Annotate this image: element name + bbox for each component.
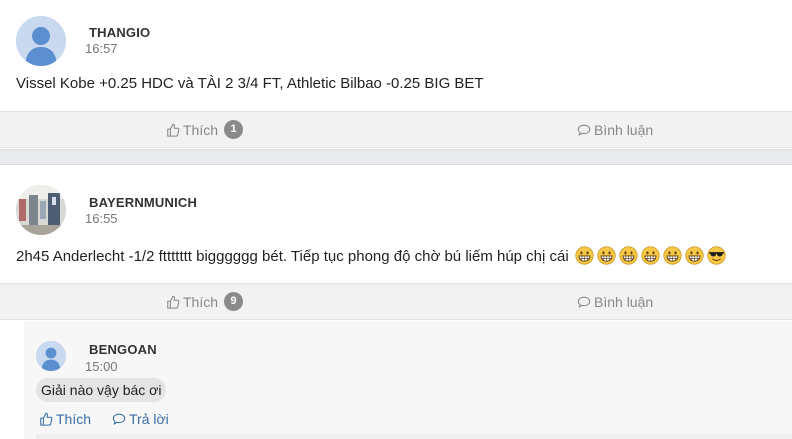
like-button[interactable]: Thích 9	[166, 284, 244, 319]
reply-user-avatar[interactable]	[36, 341, 66, 371]
post-card: THANGIO 16:57 Vissel Kobe +0.25 HDC và T…	[0, 0, 792, 150]
post-content: 2h45 Anderlecht -1/2 fttttttt bigggggg b…	[16, 246, 726, 265]
reply-input-area[interactable]	[36, 434, 792, 439]
grin-emoji	[619, 246, 638, 265]
reply-time: 15:00	[85, 359, 118, 374]
reply-username[interactable]: BENGOAN	[89, 342, 157, 357]
reply-reply-button[interactable]: Trả lời	[112, 411, 169, 427]
user-avatar[interactable]	[16, 16, 66, 66]
emoji-row	[575, 246, 726, 265]
comment-icon	[577, 296, 591, 308]
username[interactable]: THANGIO	[89, 25, 150, 40]
thumbs-up-icon	[167, 123, 180, 137]
grin-emoji	[597, 246, 616, 265]
post-time: 16:55	[85, 211, 118, 226]
like-count-badge: 1	[224, 120, 244, 139]
post-content-text: 2h45 Anderlecht -1/2 fttttttt bigggggg b…	[16, 248, 569, 265]
like-count-badge: 9	[224, 292, 244, 311]
comment-icon	[112, 413, 126, 425]
user-photo	[16, 185, 66, 235]
thumbs-up-icon	[167, 295, 180, 309]
reply-comment: BENGOAN 15:00 Giải nào vậy bác ơi Thích …	[24, 321, 792, 439]
grin-emoji	[685, 246, 704, 265]
like-label: Thích	[183, 293, 219, 310]
comment-button[interactable]: Bình luận	[577, 112, 653, 147]
thumbs-up-icon	[40, 412, 53, 426]
post-content: Vissel Kobe +0.25 HDC và TÀI 2 3/4 FT, A…	[16, 75, 484, 92]
post-action-bar: Thích 9 Bình luận	[0, 283, 792, 320]
comment-label: Bình luận	[594, 293, 654, 310]
comment-icon	[577, 124, 591, 136]
grin-emoji	[641, 246, 660, 265]
reply-like-label: Thích	[56, 411, 92, 427]
comment-button[interactable]: Bình luận	[577, 284, 653, 319]
comment-label: Bình luận	[594, 121, 654, 138]
post-action-bar: Thích 1 Bình luận	[0, 111, 792, 148]
user-avatar[interactable]	[16, 185, 66, 235]
reply-reply-label: Trả lời	[129, 411, 169, 427]
username[interactable]: BAYERNMUNICH	[89, 195, 197, 210]
reply-like-button[interactable]: Thích	[39, 411, 91, 427]
reply-content: Giải nào vậy bác ơi	[36, 378, 167, 402]
default-avatar-icon	[16, 16, 66, 66]
grin-emoji	[663, 246, 682, 265]
like-label: Thích	[183, 121, 219, 138]
post-card: BAYERNMUNICH 16:55 2h45 Anderlecht -1/2 …	[0, 164, 792, 439]
grin-emoji	[575, 246, 594, 265]
sunglasses-emoji	[707, 246, 726, 265]
like-button[interactable]: Thích 1	[166, 112, 244, 147]
default-avatar-icon	[36, 341, 66, 371]
post-time: 16:57	[85, 41, 118, 56]
